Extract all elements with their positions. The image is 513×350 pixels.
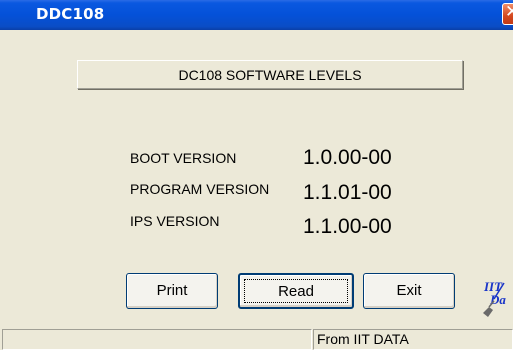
read-button-label: Read [244,279,348,303]
program-version-value: 1.1.01-00 [303,181,392,204]
window-title: DDC108 [36,5,105,23]
boot-version-label: BOOT VERSION [130,150,237,166]
program-version-label: PROGRAM VERSION [130,181,270,197]
dialog-window: DDC108 ✕ DC108 SOFTWARE LEVELS BOOT VERS… [0,0,513,350]
status-pane-left [2,329,312,350]
software-levels-header: DC108 SOFTWARE LEVELS [77,60,463,89]
close-icon: ✕ [505,2,513,22]
title-bar[interactable]: DDC108 ✕ [0,0,513,30]
read-button[interactable]: Read [238,273,354,309]
boot-version-value: 1.0.00-00 [303,146,392,169]
status-bar: From IIT DATA [0,328,513,350]
exit-button[interactable]: Exit [363,273,455,309]
iit-data-logo-icon: IIT Da [480,277,513,319]
status-pane-right: From IIT DATA [313,329,513,350]
header-title: DC108 SOFTWARE LEVELS [178,66,362,83]
close-button[interactable]: ✕ [502,2,513,25]
ips-version-label: IPS VERSION [130,213,220,229]
ips-version-value: 1.1.00-00 [303,215,392,238]
print-button[interactable]: Print [126,273,218,309]
